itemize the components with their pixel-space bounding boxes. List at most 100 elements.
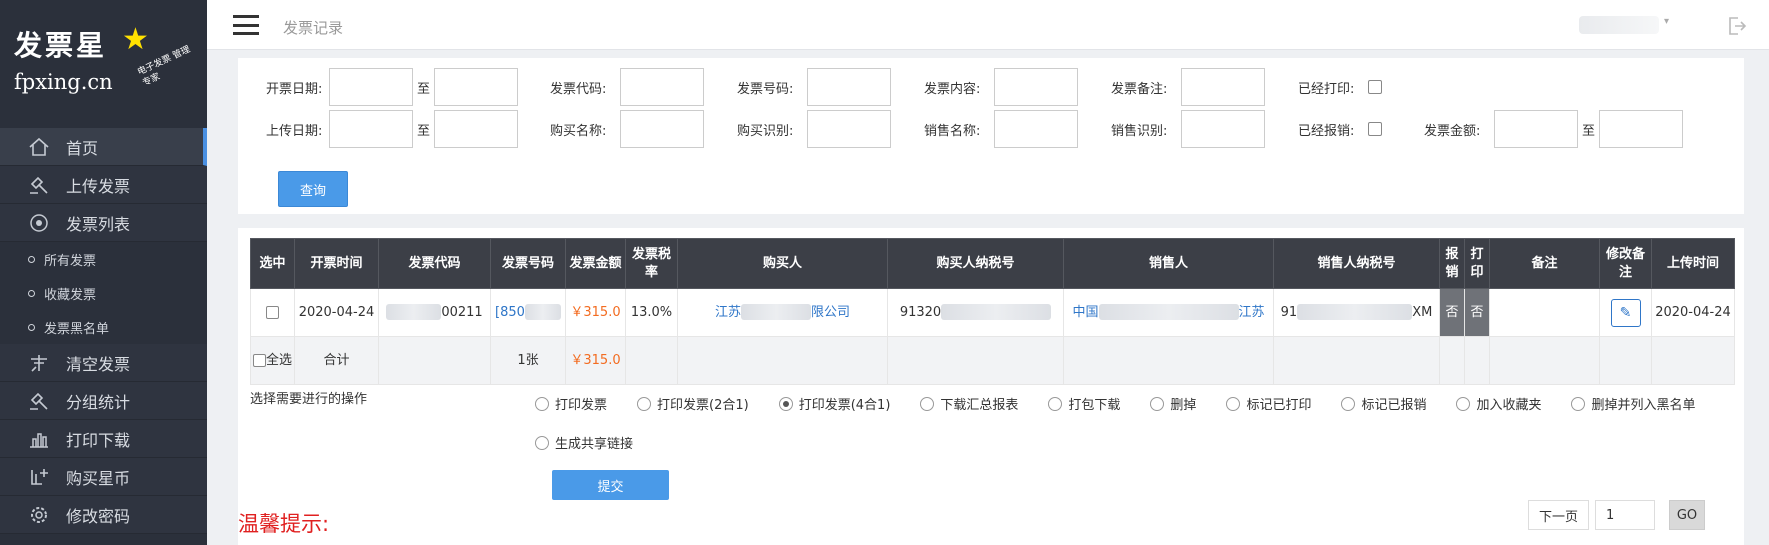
op-mark-printed[interactable]: 标记已打印 <box>1226 394 1311 413</box>
buyer-tax-text: 91320 <box>899 304 942 320</box>
radio-icon <box>1150 396 1165 411</box>
redacted-blur <box>1098 304 1239 320</box>
seller-name-text[interactable]: 中国 <box>1072 305 1098 320</box>
seller-name-input[interactable] <box>994 110 1079 148</box>
sidebar-item-change-password[interactable]: 修改密码 <box>0 496 207 534</box>
invoice-code-label: 发票代码: <box>550 81 607 97</box>
dot-icon <box>28 289 35 297</box>
sidebar-item-upload[interactable]: 上传发票 <box>0 166 207 204</box>
reimbursed-label: 已经报销: <box>1298 123 1355 139</box>
printed-checkbox[interactable] <box>1368 80 1383 94</box>
upload-date-to-input[interactable] <box>434 110 519 148</box>
op-zip-download[interactable]: 打包下载 <box>1048 394 1120 413</box>
col-header: 发票代码 <box>378 238 491 289</box>
page-input[interactable]: 1 <box>1595 500 1656 530</box>
col-header: 打印 <box>1464 238 1490 289</box>
dot-icon <box>28 255 35 263</box>
upload-date-cell: 2020-04-24 <box>1651 288 1735 337</box>
op-delete-blacklist[interactable]: 删掉并列入黑名单 <box>1571 394 1696 413</box>
upload-date-from-input[interactable] <box>329 110 413 148</box>
logout-icon[interactable] <box>1727 16 1747 41</box>
invoice-code-input[interactable] <box>620 68 705 106</box>
invoice-date-from-input[interactable] <box>329 68 413 106</box>
op-mark-reimbursed[interactable]: 标记已报销 <box>1341 394 1426 413</box>
seller-tax-text: 91 <box>1280 304 1298 320</box>
invoice-number-link[interactable]: [850 <box>495 305 525 320</box>
empty-cell <box>887 336 1064 385</box>
row-checkbox[interactable] <box>266 305 279 319</box>
col-header: 发票号码 <box>490 238 566 289</box>
seller-id-input[interactable] <box>1181 110 1266 148</box>
op-download-report[interactable]: 下载汇总报表 <box>920 394 1018 413</box>
invoice-date-to-input[interactable] <box>434 68 519 106</box>
op-print[interactable]: 打印发票 <box>535 394 607 413</box>
op-print-4in1[interactable]: 打印发票(4合1) <box>778 394 891 413</box>
buyer-name-label: 购买名称: <box>550 123 607 139</box>
edit-icon[interactable]: ✎ <box>1610 298 1641 327</box>
invoice-number-input[interactable] <box>807 68 892 106</box>
reimbursed-cell: 否 <box>1439 288 1465 337</box>
op-share-link[interactable]: 生成共享链接 <box>535 433 633 452</box>
op-print-2in1[interactable]: 打印发票(2合1) <box>637 394 749 413</box>
empty-cell <box>1489 336 1600 385</box>
sidebar-item-label: 收藏发票 <box>44 287 97 303</box>
total-count-cell: 1张 <box>490 336 566 385</box>
empty-cell <box>1273 336 1440 385</box>
tip-heading: 温馨提示: <box>238 512 330 536</box>
seller-name-text[interactable]: 江苏 <box>1239 305 1265 320</box>
buyer-name-text[interactable]: 限公司 <box>811 305 850 320</box>
op-add-favorite[interactable]: 加入收藏夹 <box>1456 394 1541 413</box>
op-label: 标记已打印 <box>1246 398 1312 413</box>
submit-button[interactable]: 提交 <box>552 470 669 500</box>
dot-icon <box>28 323 35 331</box>
sidebar-item-label: 首页 <box>66 138 99 158</box>
total-label-cell: 合计 <box>294 336 379 385</box>
sidebar-item-home[interactable]: 首页 <box>0 128 207 166</box>
invoice-code-cell: 00211 <box>378 288 491 337</box>
go-button[interactable]: GO <box>1669 500 1706 530</box>
reimbursed-checkbox[interactable] <box>1368 122 1383 136</box>
op-delete[interactable]: 删掉 <box>1150 394 1196 413</box>
sidebar-item-label: 清空发票 <box>66 354 131 374</box>
sidebar-item-blacklist[interactable]: 发票黑名单 <box>0 310 207 344</box>
invoice-remark-input[interactable] <box>1181 68 1266 106</box>
sidebar-item-buy-coins[interactable]: 购买星币 <box>0 458 207 496</box>
sidebar-item-favorites[interactable]: 收藏发票 <box>0 276 207 310</box>
buyer-id-label: 购买识别: <box>737 123 794 139</box>
sidebar-item-all-invoices[interactable]: 所有发票 <box>0 242 207 276</box>
empty-cell <box>1464 336 1490 385</box>
buyer-name-text[interactable]: 江苏 <box>715 305 741 320</box>
table-panel: 选中 开票时间 发票代码 发票号码 发票金额 发票税率 购买人 购买人纳税号 销… <box>238 228 1744 545</box>
tax-rate-cell: 13.0% <box>625 288 678 337</box>
query-button[interactable]: 查询 <box>278 171 348 207</box>
sidebar-item-group-stats[interactable]: 分组统计 <box>0 382 207 420</box>
select-all-checkbox[interactable] <box>252 353 266 367</box>
menu-toggle-icon[interactable] <box>233 15 259 35</box>
buyer-id-input[interactable] <box>807 110 892 148</box>
sidebar-item-invoice-list[interactable]: 发票列表 <box>0 204 207 242</box>
printed-label: 已经打印: <box>1298 81 1355 97</box>
table-total-row: 全选 合计 1张 ￥315.0 <box>250 336 1735 385</box>
redacted-blur <box>1297 304 1413 320</box>
filter-row-2: 上传日期: 至 购买名称: 购买识别: 销售名称: 销售识别: 已经报销: 发票… <box>238 110 1684 148</box>
empty-cell <box>1651 336 1735 385</box>
topbar: 发票记录 <box>207 0 1769 50</box>
redacted-blur <box>741 304 811 320</box>
col-header: 报销 <box>1439 238 1465 289</box>
invoice-content-input[interactable] <box>994 68 1079 106</box>
sidebar-item-label: 购买星币 <box>66 468 131 488</box>
op-label: 打印发票(4合1) <box>798 398 891 413</box>
sidebar-item-clear[interactable]: 清空发票 <box>0 344 207 382</box>
sidebar-item-print-download[interactable]: 打印下载 <box>0 420 207 458</box>
sidebar-item-label: 分组统计 <box>66 392 131 412</box>
next-page-button[interactable]: 下一页 <box>1528 500 1590 530</box>
amount-from-input[interactable] <box>1494 110 1579 148</box>
bar-chart-icon <box>26 428 52 450</box>
upload-date-label: 上传日期: <box>266 123 323 139</box>
radio-icon <box>1226 396 1241 411</box>
buyer-name-input[interactable] <box>620 110 705 148</box>
radio-icon <box>920 396 935 411</box>
user-dropdown[interactable] <box>1579 16 1669 34</box>
select-all-label: 全选 <box>265 352 292 368</box>
amount-to-input[interactable] <box>1599 110 1684 148</box>
